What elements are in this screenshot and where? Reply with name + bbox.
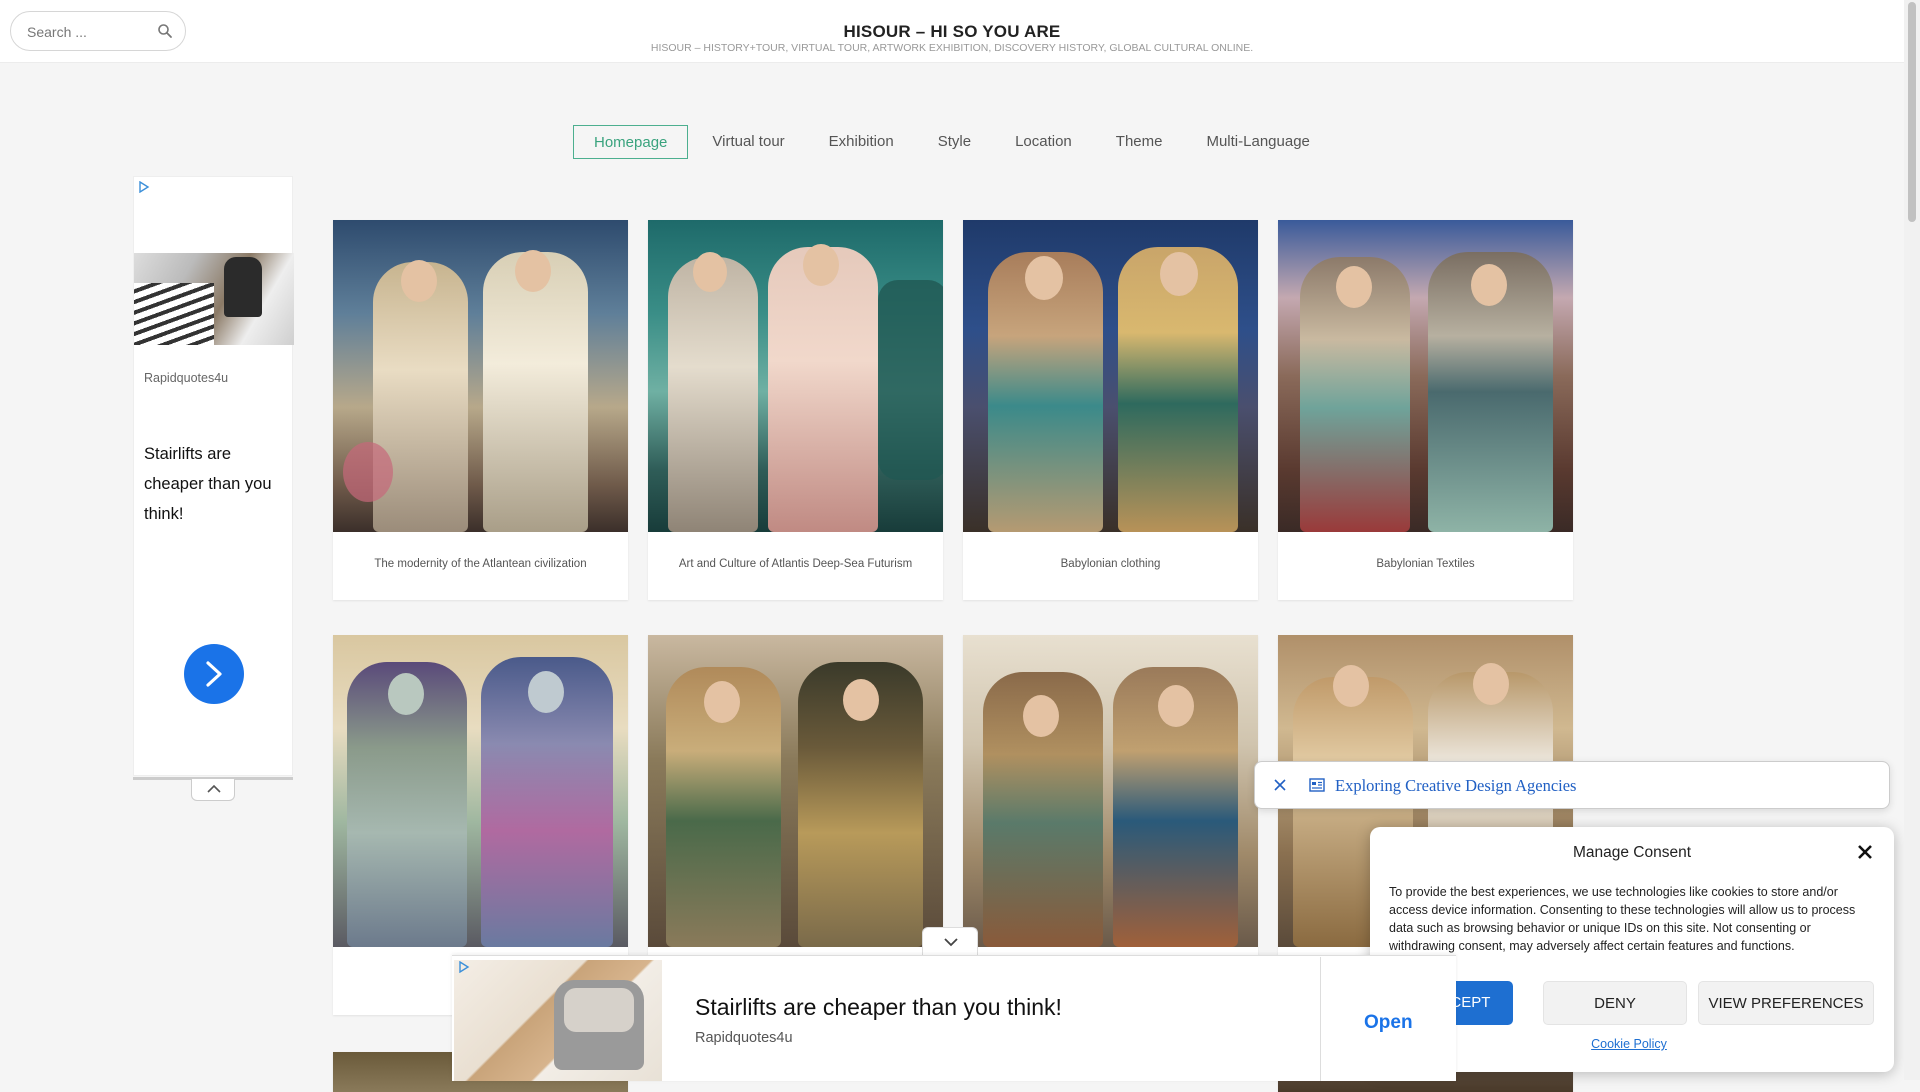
adchoices-icon[interactable] <box>138 181 150 193</box>
ad-divider <box>1320 957 1321 1081</box>
page-scrollbar[interactable] <box>1904 0 1920 1080</box>
site-header: HISOUR – HI SO YOU ARE HISOUR – HISTORY+… <box>0 0 1904 63</box>
close-icon[interactable] <box>1271 776 1289 794</box>
bottom-advertisement[interactable]: Stairlifts are cheaper than you think! R… <box>452 955 1456 1081</box>
nav-theme[interactable]: Theme <box>1094 125 1185 159</box>
card-image[interactable] <box>648 220 943 532</box>
side-advertisement[interactable]: Rapidquotes4u Stairlifts are cheaper tha… <box>133 176 294 776</box>
bottom-ad-collapse-button[interactable] <box>922 927 978 955</box>
nav-exhibition[interactable]: Exhibition <box>807 125 916 159</box>
toast-link[interactable]: Exploring Creative Design Agencies <box>1335 776 1576 796</box>
nav-multi-language[interactable]: Multi-Language <box>1184 125 1331 159</box>
card-image[interactable] <box>963 220 1258 532</box>
ad-image[interactable] <box>134 253 294 345</box>
chevron-up-icon <box>207 784 221 793</box>
nav-virtual-tour[interactable]: Virtual tour <box>690 125 806 159</box>
card-image[interactable] <box>648 635 943 947</box>
adchoices-icon[interactable] <box>458 961 470 973</box>
card-image[interactable] <box>333 220 628 532</box>
ad-headline[interactable]: Stairlifts are cheaper than you think! <box>144 439 284 529</box>
card-image[interactable] <box>963 635 1258 947</box>
deny-button[interactable]: DENY <box>1543 981 1687 1025</box>
nav-location[interactable]: Location <box>993 125 1094 159</box>
ad-brand[interactable]: Rapidquotes4u <box>695 1030 793 1046</box>
article-icon <box>1309 778 1325 792</box>
card-caption[interactable]: Babylonian Textiles <box>1278 558 1573 570</box>
nav-style[interactable]: Style <box>916 125 993 159</box>
ad-brand[interactable]: Rapidquotes4u <box>144 371 228 385</box>
chevron-right-icon <box>206 661 222 687</box>
consent-text: To provide the best experiences, we use … <box>1389 885 1856 953</box>
gallery-card[interactable]: Babylonian clothing <box>963 220 1258 600</box>
ad-next-button[interactable] <box>184 644 244 704</box>
gallery-card[interactable]: Art and Culture of Atlantis Deep-Sea Fut… <box>648 220 943 600</box>
scrollbar-thumb[interactable] <box>1908 2 1916 222</box>
view-preferences-button[interactable]: VIEW PREFERENCES <box>1698 981 1874 1025</box>
ad-open-button[interactable]: Open <box>1364 1012 1413 1034</box>
card-caption[interactable]: Babylonian clothing <box>963 558 1258 570</box>
card-image[interactable] <box>333 635 628 947</box>
related-article-toast[interactable]: Exploring Creative Design Agencies <box>1254 761 1890 809</box>
consent-title: Manage Consent <box>1572 844 1692 861</box>
card-image[interactable] <box>1278 220 1573 532</box>
side-ad-collapse-button[interactable] <box>191 779 235 801</box>
chevron-down-icon <box>944 938 958 947</box>
nav-homepage[interactable]: Homepage <box>573 125 689 159</box>
card-caption[interactable]: The modernity of the Atlantean civilizat… <box>333 558 628 570</box>
gallery-card[interactable]: The modernity of the Atlantean civilizat… <box>333 220 628 600</box>
site-tagline: HISOUR – HISTORY+TOUR, VIRTUAL TOUR, ART… <box>650 42 1254 54</box>
card-caption[interactable]: Art and Culture of Atlantis Deep-Sea Fut… <box>648 558 943 570</box>
main-nav: Homepage Virtual tour Exhibition Style L… <box>573 124 1332 160</box>
gallery-card[interactable]: Babylonian Textiles <box>1278 220 1573 600</box>
site-title[interactable]: HISOUR – HI SO YOU ARE <box>0 22 1904 42</box>
ad-headline[interactable]: Stairlifts are cheaper than you think! <box>695 994 1062 1021</box>
ad-image[interactable] <box>454 960 662 1081</box>
close-icon[interactable] <box>1856 843 1874 861</box>
